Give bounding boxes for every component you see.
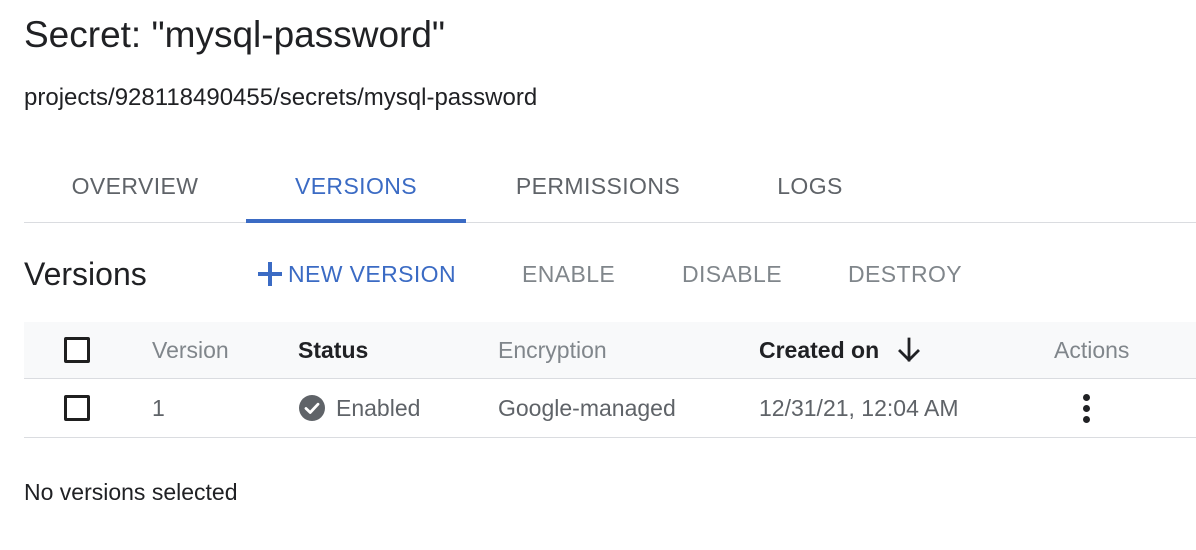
tab-logs[interactable]: LOGS xyxy=(750,150,870,222)
column-header-created-on[interactable]: Created on xyxy=(759,322,921,378)
status-label: Enabled xyxy=(336,394,421,421)
disable-button[interactable]: DISABLE xyxy=(682,252,782,296)
versions-section-title: Versions xyxy=(24,256,147,292)
secret-details-page: Secret: "mysql-password" projects/928118… xyxy=(0,0,1196,550)
selection-status: No versions selected xyxy=(24,479,238,505)
select-all-cell xyxy=(64,322,90,378)
column-header-encryption[interactable]: Encryption xyxy=(498,322,607,378)
column-header-status[interactable]: Status xyxy=(298,322,368,378)
tab-permissions[interactable]: PERMISSIONS xyxy=(490,150,706,222)
row-checkbox[interactable] xyxy=(64,395,90,421)
tab-versions[interactable]: VERSIONS xyxy=(246,150,466,223)
row-select-cell xyxy=(64,379,90,437)
new-version-label: NEW VERSION xyxy=(288,260,456,287)
select-all-checkbox[interactable] xyxy=(64,337,90,363)
check-circle-icon xyxy=(299,395,325,421)
encryption-cell: Google-managed xyxy=(498,394,676,421)
more-vert-icon[interactable] xyxy=(1066,388,1106,428)
resource-path: projects/928118490455/secrets/mysql-pass… xyxy=(24,84,538,111)
new-version-button[interactable]: NEW VERSION xyxy=(258,252,456,296)
page-title: Secret: "mysql-password" xyxy=(24,14,446,55)
enable-button[interactable]: ENABLE xyxy=(522,252,615,296)
plus-icon xyxy=(258,262,282,286)
destroy-button[interactable]: DESTROY xyxy=(848,252,962,296)
versions-table: Version Status Encryption Created on Act… xyxy=(24,322,1196,438)
status-cell: Enabled xyxy=(298,379,420,437)
tab-bar: OVERVIEW VERSIONS PERMISSIONS LOGS xyxy=(24,150,1196,223)
table-header: Version Status Encryption Created on Act… xyxy=(24,322,1196,379)
tab-overview[interactable]: OVERVIEW xyxy=(24,150,246,222)
arrow-down-icon[interactable] xyxy=(897,336,921,364)
column-header-version[interactable]: Version xyxy=(152,322,229,378)
actions-cell xyxy=(1054,379,1106,437)
created-on-cell: 12/31/21, 12:04 AM xyxy=(759,394,959,421)
column-header-created-on-label: Created on xyxy=(759,336,880,363)
version-cell: 1 xyxy=(152,394,165,421)
table-row: 1 Enabled Google-managed 12/31/21, 12:04… xyxy=(24,379,1196,438)
column-header-actions: Actions xyxy=(1054,336,1130,363)
